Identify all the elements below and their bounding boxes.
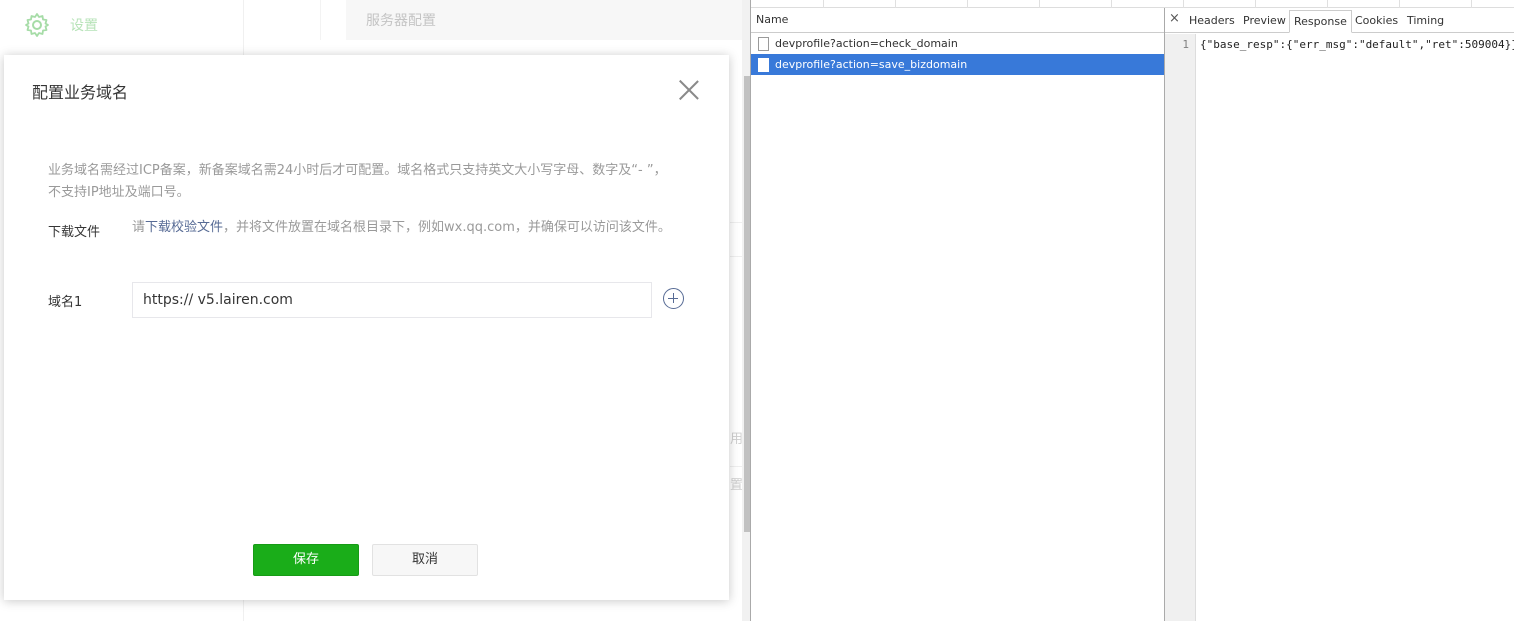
download-file-text: 请下载校验文件，并将文件放置在域名根目录下，例如wx.qq.com，并确保可以访… xyxy=(132,217,692,239)
gear-icon xyxy=(25,13,49,37)
tab-cookies[interactable]: Cookies xyxy=(1351,10,1402,33)
timeline-tick xyxy=(1399,0,1400,8)
download-suffix: ，并将文件放置在域名根目录下，例如wx.qq.com，并确保可以访问该文件。 xyxy=(223,220,671,235)
timeline-tick xyxy=(823,0,824,8)
line-number: 1 xyxy=(1182,38,1189,51)
bg-tab-server-config[interactable]: 服务器配置 xyxy=(346,0,750,40)
timeline-overview[interactable] xyxy=(751,0,1514,8)
name-column-header[interactable]: Name xyxy=(751,8,1164,33)
config-domain-dialog: 配置业务域名 业务域名需经过ICP备案，新备案域名需24小时后才可配置。域名格式… xyxy=(4,55,729,600)
close-detail-icon[interactable]: × xyxy=(1169,11,1180,26)
request-name: devprofile?action=save_bizdomain xyxy=(775,58,968,71)
timeline-tick xyxy=(1183,0,1184,8)
dialog-title: 配置业务域名 xyxy=(32,83,129,102)
tab-timing[interactable]: Timing xyxy=(1403,10,1448,33)
timeline-tick xyxy=(967,0,968,8)
timeline-tick xyxy=(1327,0,1328,8)
timeline-tick xyxy=(1039,0,1040,8)
bg-divider xyxy=(320,0,321,40)
line-number-gutter: 1 xyxy=(1165,34,1196,621)
detail-tabbar: × Headers Preview Response Cookies Timin… xyxy=(1165,8,1514,33)
tab-headers[interactable]: Headers xyxy=(1185,10,1239,33)
timeline-tick xyxy=(1255,0,1256,8)
request-list: devprofile?action=check_domain devprofil… xyxy=(751,33,1164,75)
request-row[interactable]: devprofile?action=check_domain xyxy=(751,33,1164,54)
download-file-label: 下载文件 xyxy=(48,225,101,240)
timeline-tick xyxy=(1471,0,1472,8)
name-header-label: Name xyxy=(756,13,789,26)
document-icon xyxy=(758,57,769,72)
domain-label: 域名1 xyxy=(48,295,83,310)
tab-preview[interactable]: Preview xyxy=(1239,10,1290,33)
download-verify-file-link[interactable]: 下载校验文件 xyxy=(145,220,223,235)
response-body-text: {"base_resp":{"err_msg":"default","ret":… xyxy=(1200,38,1514,51)
request-detail-pane: × Headers Preview Response Cookies Timin… xyxy=(1165,8,1514,621)
request-name: devprofile?action=check_domain xyxy=(775,37,958,50)
timeline-tick xyxy=(1111,0,1112,8)
domain-input[interactable]: https:// v5.lairen.com xyxy=(132,282,652,318)
cancel-button[interactable]: 取消 xyxy=(372,544,478,576)
download-prefix: 请 xyxy=(132,220,146,235)
dialog-description: 业务域名需经过ICP备案，新备案域名需24小时后才可配置。域名格式只支持英文大小… xyxy=(48,163,667,200)
devtools-network-panel: Name devprofile?action=check_domain devp… xyxy=(750,0,1514,621)
tab-response[interactable]: Response xyxy=(1289,10,1352,33)
request-row[interactable]: devprofile?action=save_bizdomain xyxy=(751,54,1164,75)
bg-settings-item[interactable]: 设置 xyxy=(24,12,98,38)
timeline-tick xyxy=(895,0,896,8)
save-button[interactable]: 保存 xyxy=(253,544,359,576)
bg-settings-label: 设置 xyxy=(70,18,98,34)
bg-tab-label: 服务器配置 xyxy=(366,13,436,29)
document-icon xyxy=(758,36,769,51)
close-icon[interactable] xyxy=(678,79,700,101)
add-domain-icon[interactable] xyxy=(663,288,684,309)
